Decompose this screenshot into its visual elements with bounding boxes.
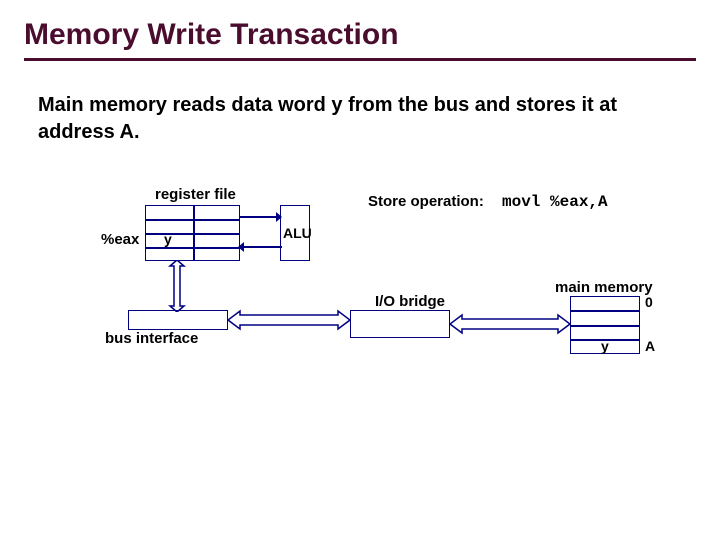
store-instruction: movl %eax,A [502,193,608,211]
mem-zero-label: 0 [645,294,653,310]
slide-subtitle: Main memory reads data word y from the b… [38,92,668,146]
io-bridge-label: I/O bridge [375,293,445,310]
mem-row-2 [570,325,640,327]
eax-label: %eax [101,231,139,248]
bus-interface-box [128,310,228,330]
mem-addr-a-label: A [645,338,655,354]
slide-title: Memory Write Transaction [24,18,399,52]
regfile-col-div [193,205,195,261]
mem-row-1 [570,310,640,312]
store-operation-label: Store operation: [368,193,484,210]
register-file-label: register file [155,186,236,203]
regfile-bus-arrow [160,260,194,312]
bus-to-iobridge-arrow [228,309,350,331]
io-bridge-box [350,310,450,338]
alu-to-regfile-arrow [238,240,282,254]
iobridge-to-memory-arrow [450,313,570,335]
main-memory-label: main memory [555,279,653,296]
register-y-value: y [164,231,172,247]
mem-y-value: y [601,338,609,354]
title-underline [24,58,696,61]
alu-label: ALU [283,225,312,241]
bus-interface-label: bus interface [105,330,198,347]
regfile-to-alu-arrow [238,210,282,224]
